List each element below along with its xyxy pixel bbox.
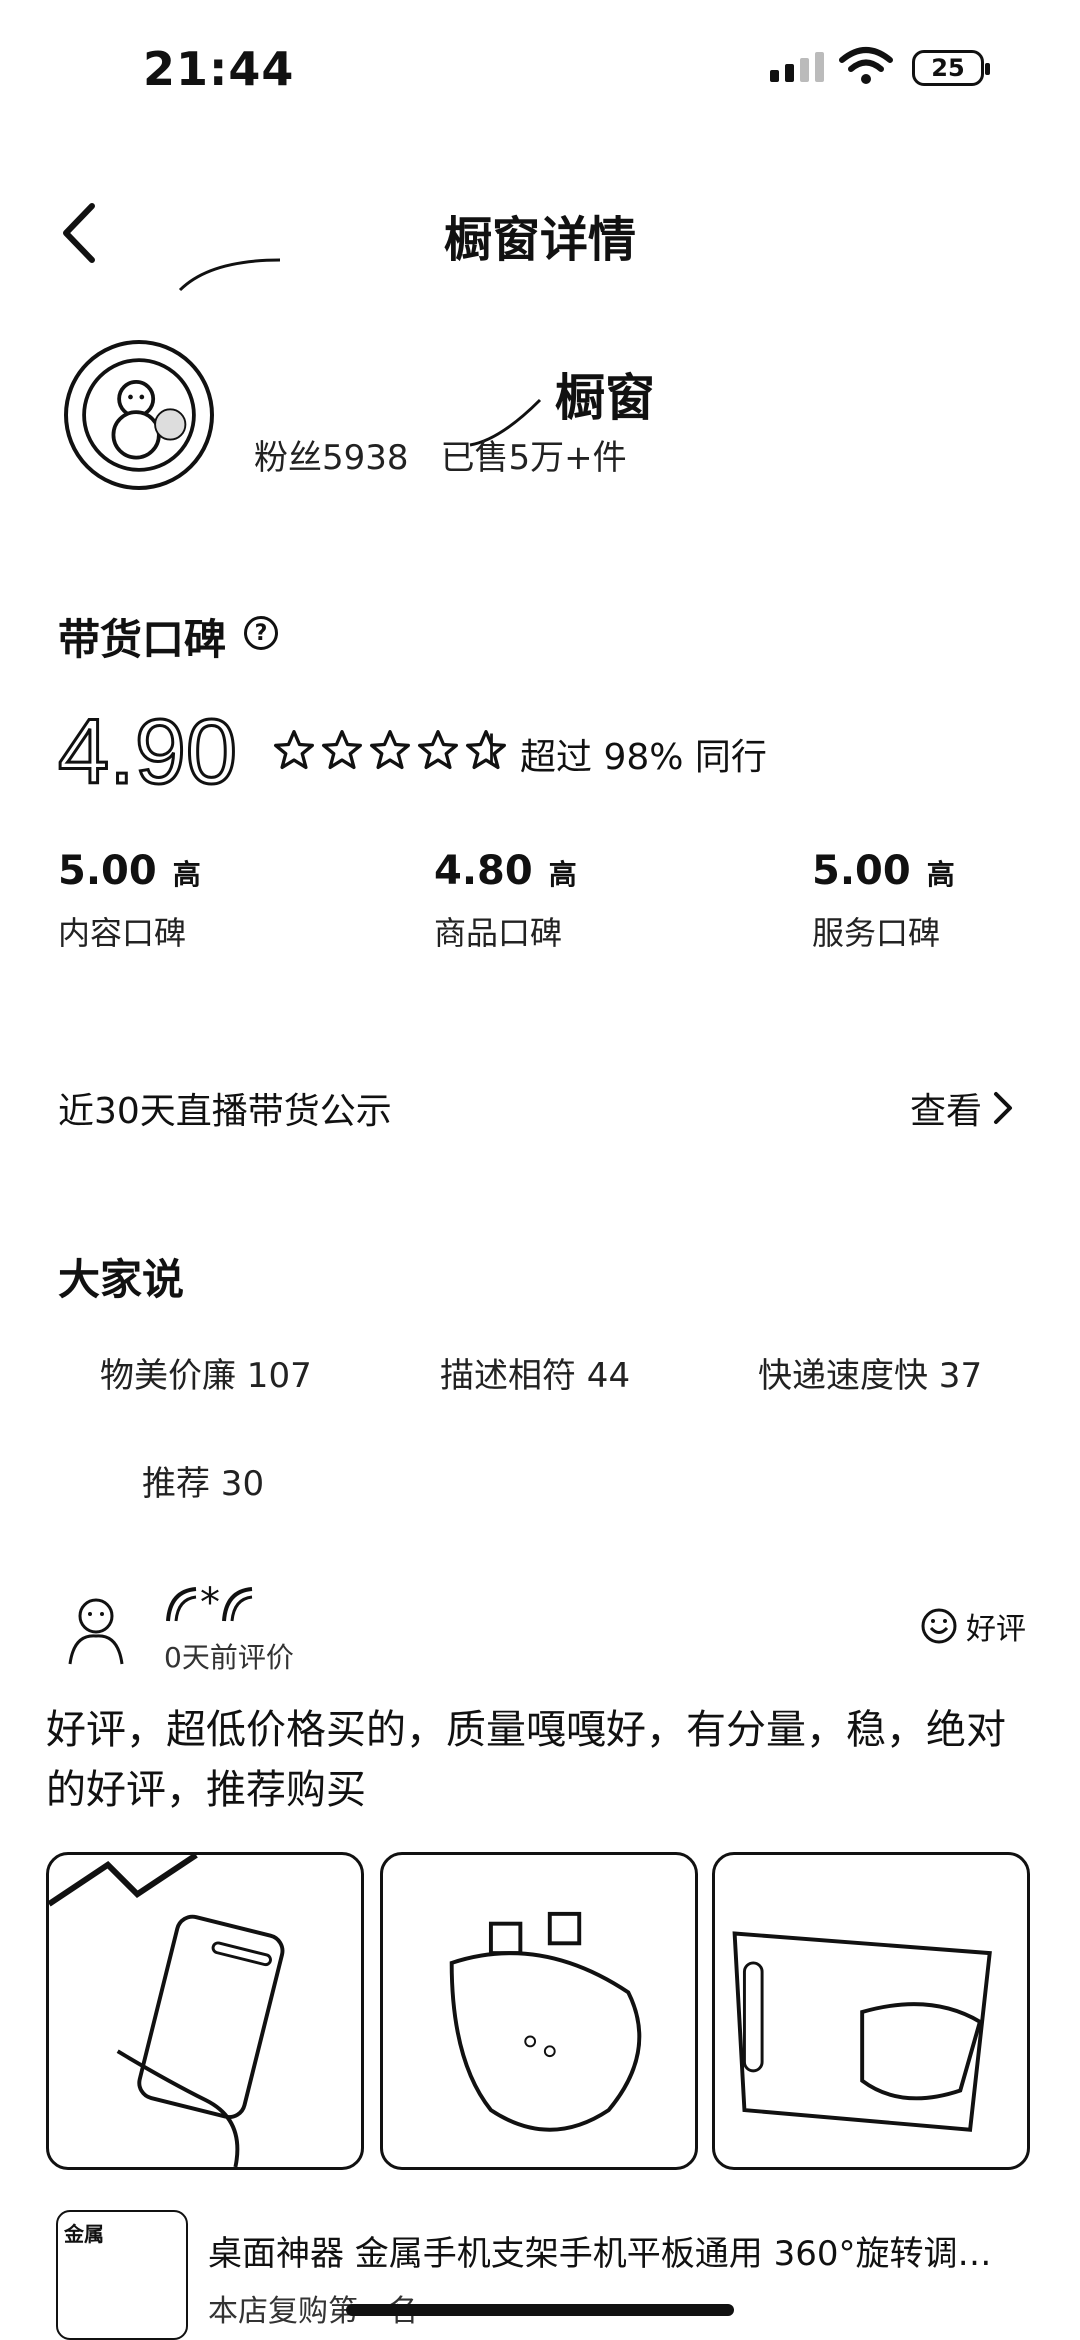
star-icon <box>274 730 314 770</box>
product-score: 4.80 高 <box>434 848 577 894</box>
shop-avatar[interactable] <box>64 340 214 490</box>
view-button[interactable]: 查看 <box>910 1082 1014 1134</box>
view-label: 查看 <box>910 1091 983 1132</box>
reviewer-name: * <box>164 1580 256 1626</box>
review-photo[interactable] <box>380 1852 698 2170</box>
wifi-icon <box>839 47 893 84</box>
product-label: 商品口碑 <box>434 914 563 952</box>
reputation-score: 4.90 <box>56 700 238 805</box>
review-photo[interactable] <box>712 1852 1030 2170</box>
product-thumbnail[interactable]: 金属 <box>56 2210 188 2340</box>
live-sales-disclosure[interactable]: 近30天直播带货公示 <box>58 1082 392 1134</box>
star-rating <box>272 728 508 772</box>
service-score: 5.00 高 <box>812 848 955 894</box>
smile-icon <box>921 1608 957 1644</box>
tag-chip[interactable]: 快递速度快 37 <box>758 1348 982 1397</box>
redaction-scribble <box>178 258 542 447</box>
content-label: 内容口碑 <box>58 914 187 952</box>
home-indicator[interactable] <box>346 2304 734 2316</box>
service-label: 服务口碑 <box>812 914 941 952</box>
half-star-icon <box>466 730 506 770</box>
shop-name: 橱窗 <box>555 369 655 427</box>
product-title[interactable]: 桌面神器 金属手机支架手机平板通用 360°旋转调… <box>208 2226 992 2275</box>
beat-peers-text: 超过 98% 同行 <box>520 737 767 778</box>
tag-chip[interactable]: 物美价廉 107 <box>100 1348 312 1397</box>
battery-icon: 25 <box>912 50 990 86</box>
good-review-badge: 好评 <box>920 1604 1026 1648</box>
tag-chip[interactable]: 描述相符 44 <box>440 1348 630 1397</box>
everyone-says-title: 大家说 <box>58 1255 185 1304</box>
name-mask-icon <box>222 1587 253 1622</box>
reviewer-avatar[interactable] <box>56 1588 136 1668</box>
name-mask-icon <box>166 1587 197 1622</box>
star-icon <box>370 730 410 770</box>
signal-icon <box>770 52 824 82</box>
star-icon <box>418 730 458 770</box>
sold-count: 已售5万+件 <box>440 438 627 478</box>
fans-count: 粉丝5938 <box>254 438 409 478</box>
review-time: 0天前评价 <box>164 1641 294 1674</box>
review-photo[interactable] <box>46 1852 364 2170</box>
good-review-label: 好评 <box>966 1612 1026 1647</box>
reputation-title: 带货口碑 <box>58 615 227 664</box>
star-icon <box>322 730 362 770</box>
status-time: 21:44 <box>143 42 295 96</box>
help-icon[interactable]: ? <box>244 616 278 650</box>
content-score: 5.00 高 <box>58 848 201 894</box>
tag-chip[interactable]: 推荐 30 <box>142 1456 264 1505</box>
review-text: 好评，超低价格买的，质量嘎嘎好，有分量，稳，绝对的好评，推荐购买 <box>46 1707 1006 1813</box>
chevron-right-icon <box>994 1092 1013 1124</box>
shop-stats: 粉丝5938 已售5万+件 <box>254 430 659 479</box>
